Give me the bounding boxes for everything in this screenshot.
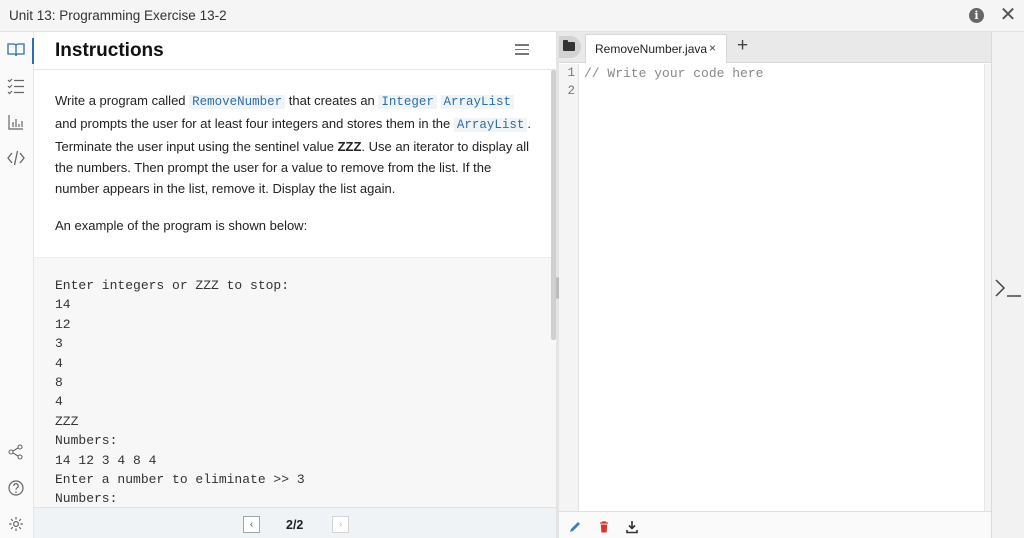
folder-icon	[563, 40, 575, 51]
instructions-header: Instructions	[34, 32, 556, 70]
window-title: Unit 13: Programming Exercise 13-2	[9, 8, 227, 23]
sample-output-line: Enter a number to eliminate >> 3	[55, 472, 305, 488]
settings-gear-icon[interactable]	[6, 514, 26, 534]
inline-code: RemoveNumber	[189, 95, 286, 109]
editor-toolbar	[559, 511, 991, 538]
example-intro: An example of the program is shown below…	[55, 218, 308, 233]
sample-output-line: 4	[55, 394, 63, 410]
paragraph-text: that creates an	[285, 93, 379, 108]
close-icon[interactable]: ✕	[998, 4, 1018, 26]
sample-output-line: 14 12 3 4 8 4	[55, 452, 157, 468]
paragraph-text	[437, 93, 441, 108]
pager: ‹ 2/2 ›	[34, 507, 556, 538]
panel-heading: Instructions	[55, 40, 164, 61]
terminal-icon[interactable]	[992, 276, 1024, 302]
instructions-panel: Instructions Write a program called Remo…	[34, 32, 556, 538]
add-tab-icon[interactable]: +	[737, 35, 748, 57]
prev-page-button[interactable]: ‹	[243, 516, 260, 533]
code-icon[interactable]	[6, 148, 26, 168]
code-editor: RemoveNumber.java × + 1 2 // Write your …	[559, 32, 991, 538]
code-line: // Write your code here	[584, 66, 764, 81]
line-number-gutter: 1 2	[559, 64, 579, 511]
trash-icon[interactable]	[597, 520, 611, 534]
left-rail	[0, 32, 34, 538]
tab-close-icon[interactable]: ×	[709, 41, 716, 55]
next-page-button[interactable]: ›	[332, 516, 349, 533]
editor-scrollbar[interactable]	[984, 64, 991, 511]
sample-output-line: Numbers:	[55, 433, 118, 449]
file-browser-button[interactable]	[559, 36, 581, 58]
sample-output-text: Enter integers or ZZZ to stop: 14 12 3 4 8 4 ZZ…	[55, 276, 305, 509]
paragraph-text: Write a program called	[55, 93, 190, 108]
title-bar: Unit 13: Programming Exercise 13-2 i ✕	[0, 0, 1024, 32]
sample-output-line: 4	[55, 355, 63, 371]
sample-output-line: Enter integers or ZZZ to stop:	[55, 278, 290, 293]
sample-output-line: 12	[55, 316, 71, 332]
page-indicator: 2/2	[286, 518, 304, 532]
tab-filename: RemoveNumber.java	[595, 42, 708, 56]
sample-output-line: 3	[55, 336, 63, 352]
hamburger-menu-icon[interactable]	[515, 44, 529, 56]
sample-output-line: 14	[55, 297, 71, 313]
paragraph-text: and prompts the user for at least four i…	[55, 116, 454, 131]
line-number: 1	[567, 66, 575, 80]
book-icon[interactable]	[6, 40, 26, 60]
editor-tab[interactable]: RemoveNumber.java ×	[585, 34, 727, 63]
sample-output-line: Numbers:	[55, 491, 118, 507]
download-icon[interactable]	[625, 520, 639, 534]
sample-output-box: Enter integers or ZZZ to stop: 14 12 3 4 8 4 ZZ…	[34, 257, 556, 507]
terminal-rail	[991, 32, 1024, 538]
pencil-icon[interactable]	[568, 520, 582, 534]
share-icon[interactable]	[6, 442, 26, 462]
inline-code: ArrayList	[453, 118, 528, 132]
sample-output-line: ZZZ	[55, 413, 79, 429]
info-icon[interactable]: i	[969, 8, 984, 23]
inline-code: ArrayList	[440, 95, 515, 109]
instructions-paragraph: Write a program called RemoveNumber that…	[55, 90, 535, 199]
line-number: 2	[567, 84, 575, 98]
code-text-area[interactable]: // Write your code here	[584, 66, 763, 81]
chart-icon[interactable]	[6, 112, 26, 132]
sample-output-line: 8	[55, 375, 63, 391]
help-icon[interactable]	[6, 478, 26, 498]
editor-tab-bar: RemoveNumber.java × +	[559, 32, 991, 63]
checklist-icon[interactable]	[6, 76, 26, 96]
bold-text: ZZZ	[337, 139, 362, 154]
inline-code: Integer	[378, 95, 437, 109]
